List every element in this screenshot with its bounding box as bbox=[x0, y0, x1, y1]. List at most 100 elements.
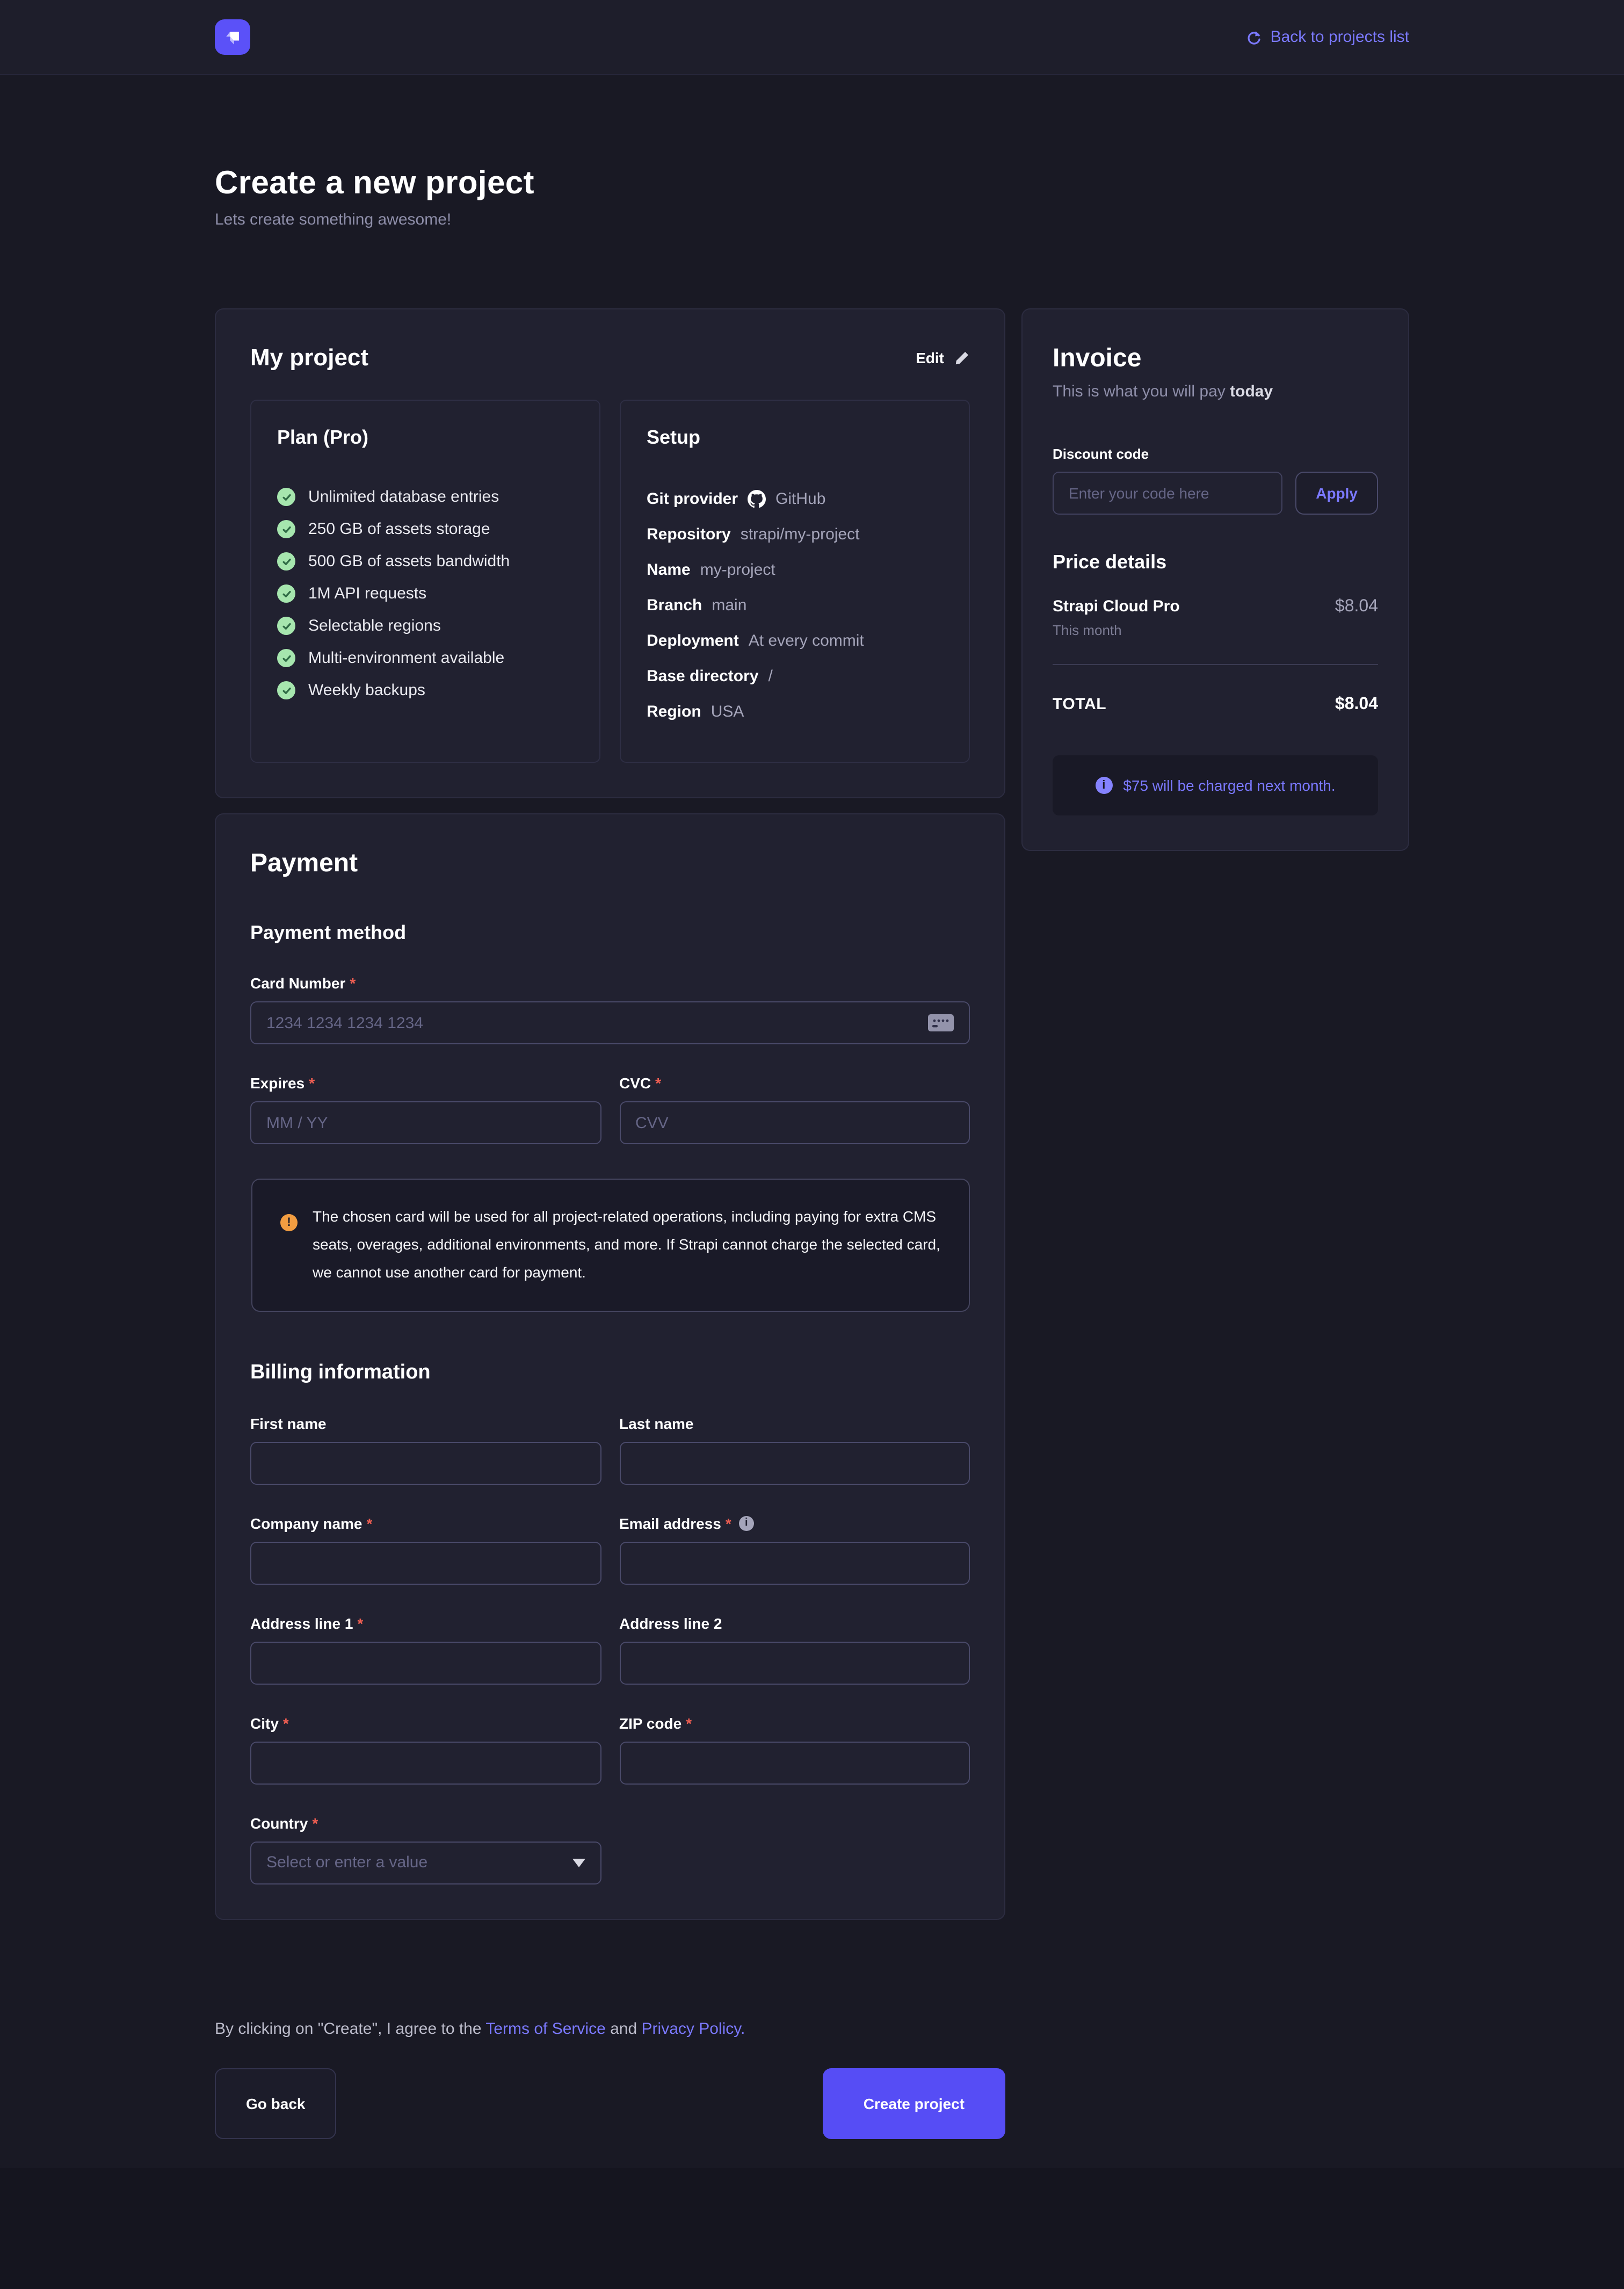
city-input[interactable] bbox=[250, 1741, 601, 1784]
next-month-charge-text: $75 will be charged next month. bbox=[1123, 777, 1335, 794]
cvc-input[interactable] bbox=[619, 1101, 970, 1144]
next-month-charge-note: i $75 will be charged next month. bbox=[1053, 755, 1378, 815]
check-icon bbox=[277, 488, 295, 506]
address-line-1-input[interactable] bbox=[250, 1641, 601, 1684]
setup-row-branch: Branch main bbox=[647, 594, 943, 616]
required-asterisk: * bbox=[686, 1714, 692, 1731]
my-project-title: My project bbox=[250, 344, 368, 372]
plan-feature-label: Selectable regions bbox=[308, 617, 441, 635]
terms-agreement-text: By clicking on "Create", I agree to the … bbox=[215, 2019, 1409, 2038]
apply-button[interactable]: Apply bbox=[1295, 472, 1378, 515]
card-usage-notice: ! The chosen card will be used for all p… bbox=[251, 1179, 970, 1311]
check-icon bbox=[277, 681, 295, 699]
last-name-label: Last name bbox=[619, 1414, 970, 1432]
strapi-logo-icon bbox=[221, 25, 244, 49]
email-info-icon[interactable]: i bbox=[739, 1515, 754, 1530]
plan-feature: Selectable regions bbox=[277, 617, 574, 635]
setup-row-name: Name my-project bbox=[647, 559, 943, 580]
invoice-divider bbox=[1053, 664, 1378, 665]
back-to-projects-link[interactable]: Back to projects list bbox=[1246, 28, 1409, 46]
setup-row-deployment: Deployment At every commit bbox=[647, 630, 943, 651]
setup-row-label: Base directory bbox=[647, 667, 758, 685]
chevron-down-icon bbox=[572, 1858, 585, 1867]
setup-row-git-provider: Git provider GitHub bbox=[647, 488, 943, 509]
setup-row-label: Deployment bbox=[647, 631, 739, 649]
invoice-title: Invoice bbox=[1053, 344, 1378, 374]
address-line-2-label: Address line 2 bbox=[619, 1614, 970, 1631]
expires-label: Expires* bbox=[250, 1074, 601, 1092]
plan-feature: 1M API requests bbox=[277, 584, 574, 603]
setup-row-value: main bbox=[712, 596, 746, 614]
plan-feature-label: 250 GB of assets storage bbox=[308, 520, 490, 538]
setup-row-label: Branch bbox=[647, 596, 702, 614]
city-label: City* bbox=[250, 1714, 601, 1731]
required-asterisk: * bbox=[367, 1514, 373, 1532]
plan-feature-label: 1M API requests bbox=[308, 584, 426, 603]
my-project-card: My project Edit Plan (Pro) bbox=[215, 308, 1005, 798]
invoice-card: Invoice This is what you will pay today … bbox=[1021, 308, 1409, 851]
plan-feature-label: Multi-environment available bbox=[308, 649, 504, 667]
setup-row-label: Repository bbox=[647, 525, 731, 543]
required-asterisk: * bbox=[312, 1814, 318, 1831]
edit-button[interactable]: Edit bbox=[916, 349, 970, 366]
billing-information-title: Billing information bbox=[250, 1361, 970, 1384]
total-label: TOTAL bbox=[1053, 695, 1106, 713]
go-back-button[interactable]: Go back bbox=[215, 2068, 337, 2139]
country-select[interactable]: Select or enter a value bbox=[250, 1841, 601, 1884]
plan-feature: Weekly backups bbox=[277, 681, 574, 699]
company-name-label: Company name* bbox=[250, 1514, 601, 1532]
check-icon bbox=[277, 520, 295, 538]
top-navbar: Back to projects list bbox=[0, 0, 1624, 75]
country-select-placeholder: Select or enter a value bbox=[266, 1853, 427, 1872]
info-icon: i bbox=[1095, 777, 1112, 794]
plan-box: Plan (Pro) Unlimited database entries 25… bbox=[250, 400, 600, 763]
setup-row-region: Region USA bbox=[647, 701, 943, 722]
create-project-button[interactable]: Create project bbox=[823, 2068, 1005, 2139]
setup-row-base-directory: Base directory / bbox=[647, 665, 943, 687]
last-name-input[interactable] bbox=[619, 1441, 970, 1484]
plan-feature: Unlimited database entries bbox=[277, 488, 574, 506]
company-name-input[interactable] bbox=[250, 1541, 601, 1584]
setup-row-value: USA bbox=[711, 702, 744, 720]
setup-row-value: / bbox=[768, 667, 772, 685]
setup-box: Setup Git provider GitHub Repository str… bbox=[620, 400, 970, 763]
cvc-label: CVC* bbox=[619, 1074, 970, 1092]
plan-feature-label: Weekly backups bbox=[308, 681, 425, 699]
card-number-input[interactable] bbox=[250, 1001, 970, 1044]
page-title: Create a new project bbox=[215, 165, 1409, 202]
check-icon bbox=[277, 617, 295, 635]
redo-arrow-icon bbox=[1246, 29, 1262, 45]
first-name-label: First name bbox=[250, 1414, 601, 1432]
card-number-label: Card Number* bbox=[250, 974, 970, 992]
address-line-2-input[interactable] bbox=[619, 1641, 970, 1684]
country-label: Country* bbox=[250, 1814, 601, 1831]
price-details-title: Price details bbox=[1053, 551, 1378, 574]
price-item-name: Strapi Cloud Pro bbox=[1053, 597, 1180, 616]
email-address-input[interactable] bbox=[619, 1541, 970, 1584]
total-amount: $8.04 bbox=[1335, 695, 1378, 714]
payment-method-title: Payment method bbox=[250, 922, 970, 944]
back-link-label: Back to projects list bbox=[1271, 28, 1409, 46]
invoice-subtitle: This is what you will pay today bbox=[1053, 382, 1378, 401]
setup-title: Setup bbox=[647, 427, 943, 449]
zip-code-input[interactable] bbox=[619, 1741, 970, 1784]
required-asterisk: * bbox=[726, 1514, 731, 1532]
total-row: TOTAL $8.04 bbox=[1053, 695, 1378, 714]
required-asterisk: * bbox=[655, 1074, 661, 1092]
first-name-input[interactable] bbox=[250, 1441, 601, 1484]
plan-feature: 250 GB of assets storage bbox=[277, 520, 574, 538]
setup-row-value: At every commit bbox=[749, 631, 864, 649]
setup-row-value: GitHub bbox=[775, 489, 825, 508]
expires-input[interactable] bbox=[250, 1101, 601, 1144]
privacy-policy-link[interactable]: Privacy Policy. bbox=[642, 2019, 745, 2038]
strapi-logo[interactable] bbox=[215, 19, 250, 55]
plan-feature: 500 GB of assets bandwidth bbox=[277, 552, 574, 571]
terms-of-service-link[interactable]: Terms of Service bbox=[485, 2019, 605, 2038]
pencil-icon bbox=[954, 350, 970, 366]
price-item-amount: $8.04 bbox=[1335, 597, 1378, 617]
setup-rows: Git provider GitHub Repository strapi/my… bbox=[647, 488, 943, 722]
card-usage-notice-text: The chosen card will be used for all pro… bbox=[313, 1203, 941, 1287]
github-icon bbox=[748, 489, 766, 508]
discount-code-input[interactable] bbox=[1053, 472, 1282, 515]
required-asterisk: * bbox=[357, 1614, 363, 1631]
